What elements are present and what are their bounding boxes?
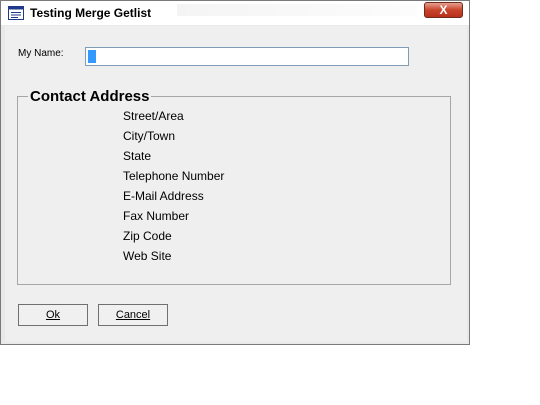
ok-button[interactable]: Ok <box>18 304 88 326</box>
list-item: Fax Number <box>123 209 190 223</box>
title-bar-background-strip <box>177 4 417 16</box>
list-item: State <box>123 149 152 163</box>
list-item: Web Site <box>123 249 172 263</box>
list-item: E-Mail Address <box>123 189 204 203</box>
contact-address-title: Contact Address <box>28 88 152 105</box>
ok-button-label: Ok <box>45 309 61 321</box>
cancel-button-label: Cancel <box>115 309 151 321</box>
list-item: Zip Code <box>123 229 172 243</box>
list-item: Street/Area <box>123 109 184 123</box>
text-cursor <box>88 50 96 63</box>
my-name-input[interactable] <box>85 47 409 66</box>
list-item: City/Town <box>123 129 176 143</box>
window-title: Testing Merge Getlist <box>30 6 152 20</box>
close-button[interactable]: X <box>424 2 463 18</box>
app-icon <box>8 6 24 20</box>
cancel-button[interactable]: Cancel <box>98 304 168 326</box>
contact-field-list: Street/Area City/Town State Telephone Nu… <box>123 107 224 267</box>
close-icon: X <box>439 3 448 17</box>
list-item: Telephone Number <box>123 169 225 183</box>
title-bar: Testing Merge Getlist X <box>1 1 469 25</box>
my-name-label: My Name: <box>18 48 64 59</box>
contact-address-groupbox <box>17 96 451 285</box>
